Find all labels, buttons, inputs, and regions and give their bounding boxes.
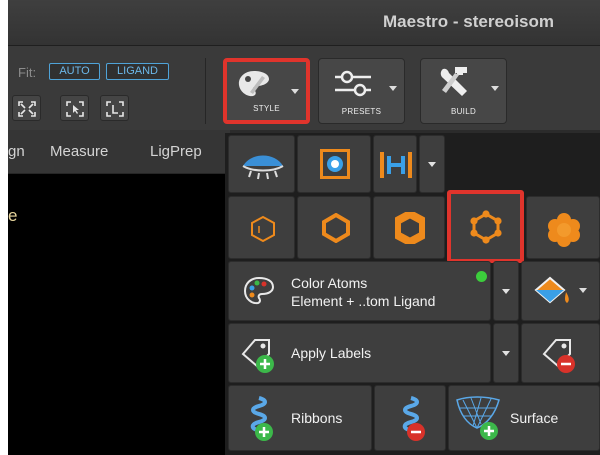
window-title: Maestro - stereoisom <box>383 12 554 31</box>
status-dot <box>476 271 487 282</box>
remove-labels-button[interactable] <box>521 323 600 383</box>
ribbon-remove-icon <box>402 396 425 441</box>
surface-label: Surface <box>510 410 559 426</box>
chevron-down-icon <box>291 89 299 94</box>
hydrogen-icon <box>380 152 412 178</box>
ball-and-stick-icon <box>470 210 502 244</box>
workspace-viewport[interactable]: e <box>8 174 230 455</box>
cpk-representation-button[interactable] <box>526 196 600 259</box>
label-add-icon <box>241 339 274 373</box>
view-mode-button[interactable] <box>297 135 371 193</box>
chevron-down-icon <box>491 86 499 91</box>
title-bar: Maestro - stereoisom <box>8 0 600 46</box>
menu-item-design[interactable]: gn <box>8 143 25 160</box>
palette-icon <box>238 71 269 97</box>
hexagon-wire-icon <box>251 215 275 243</box>
chevron-down-icon <box>579 288 587 293</box>
apply-labels-button[interactable]: Apply Labels <box>228 323 491 383</box>
ribbons-label: Ribbons <box>291 410 343 426</box>
chevron-down-icon <box>502 351 510 356</box>
hydrogens-button[interactable] <box>373 135 417 193</box>
fit-selection-icon[interactable] <box>60 95 89 121</box>
surface-mesh-add-icon <box>456 396 500 440</box>
hammer-wrench-icon <box>440 67 467 96</box>
color-atoms-button[interactable]: Color Atoms Element + ..tom Ligand <box>228 261 491 321</box>
ribbon-add-icon <box>250 396 273 441</box>
ribbons-button[interactable]: Ribbons <box>228 385 372 451</box>
fit-auto-button[interactable]: AUTO <box>49 63 100 80</box>
sliders-icon <box>335 70 371 97</box>
wire-representation-button[interactable] <box>228 196 295 259</box>
presets-label: PRESETS <box>341 107 382 116</box>
label-remove-icon <box>542 339 575 373</box>
apply-labels-dropdown[interactable] <box>493 323 519 383</box>
apply-labels-label: Apply Labels <box>291 345 372 361</box>
chevron-down-icon <box>502 289 510 294</box>
color-atoms-title: Color Atoms <box>291 275 368 291</box>
lighting-button[interactable] <box>228 135 295 193</box>
menu-item-measure[interactable]: Measure <box>50 143 108 160</box>
thick-tube-representation-button[interactable] <box>373 196 445 259</box>
palette-icon <box>243 276 275 305</box>
hydrogens-dropdown[interactable] <box>419 135 445 193</box>
style-label: STYLE <box>253 104 280 113</box>
toolbar-separator <box>205 58 206 124</box>
color-atoms-scheme: Element + ..tom Ligand <box>291 293 436 309</box>
hexagon-thick-icon <box>395 212 425 244</box>
build-label: BUILD <box>450 107 477 116</box>
paint-bucket-icon <box>534 276 569 304</box>
maestro-window: Maestro - stereoisom Fit: AUTO LIGAND ST… <box>0 0 600 455</box>
cpk-spheres-icon <box>548 213 580 247</box>
toolbar: Fit: AUTO LIGAND STYLE PRESETS BUILD <box>8 46 600 130</box>
style-dropdown-panel: Color Atoms Element + ..tom Ligand Apply <box>225 133 600 455</box>
menu-bar: gn Measure LigPrep <box>8 130 230 174</box>
build-button[interactable]: BUILD <box>420 58 507 124</box>
menu-item-ligprep[interactable]: LigPrep <box>150 143 202 160</box>
eye-icon <box>242 155 284 180</box>
remove-ribbons-button[interactable] <box>374 385 446 451</box>
fit-label: Fit: <box>18 65 37 80</box>
fit-to-screen-icon[interactable] <box>12 95 41 121</box>
surface-button[interactable]: Surface <box>448 385 600 451</box>
style-button[interactable]: STYLE <box>223 58 310 124</box>
tube-representation-button[interactable] <box>297 196 371 259</box>
color-atoms-dropdown[interactable] <box>493 261 519 321</box>
fit-ligand-icon[interactable] <box>100 95 129 121</box>
workspace-text: e <box>8 206 18 225</box>
chevron-down-icon <box>428 162 436 167</box>
target-icon <box>320 149 350 179</box>
color-fill-button[interactable] <box>521 261 600 321</box>
ball-and-stick-representation-button[interactable] <box>447 190 524 263</box>
presets-button[interactable]: PRESETS <box>318 58 405 124</box>
fit-ligand-button[interactable]: LIGAND <box>106 63 169 80</box>
chevron-down-icon <box>389 86 397 91</box>
hexagon-tube-icon <box>322 213 350 243</box>
